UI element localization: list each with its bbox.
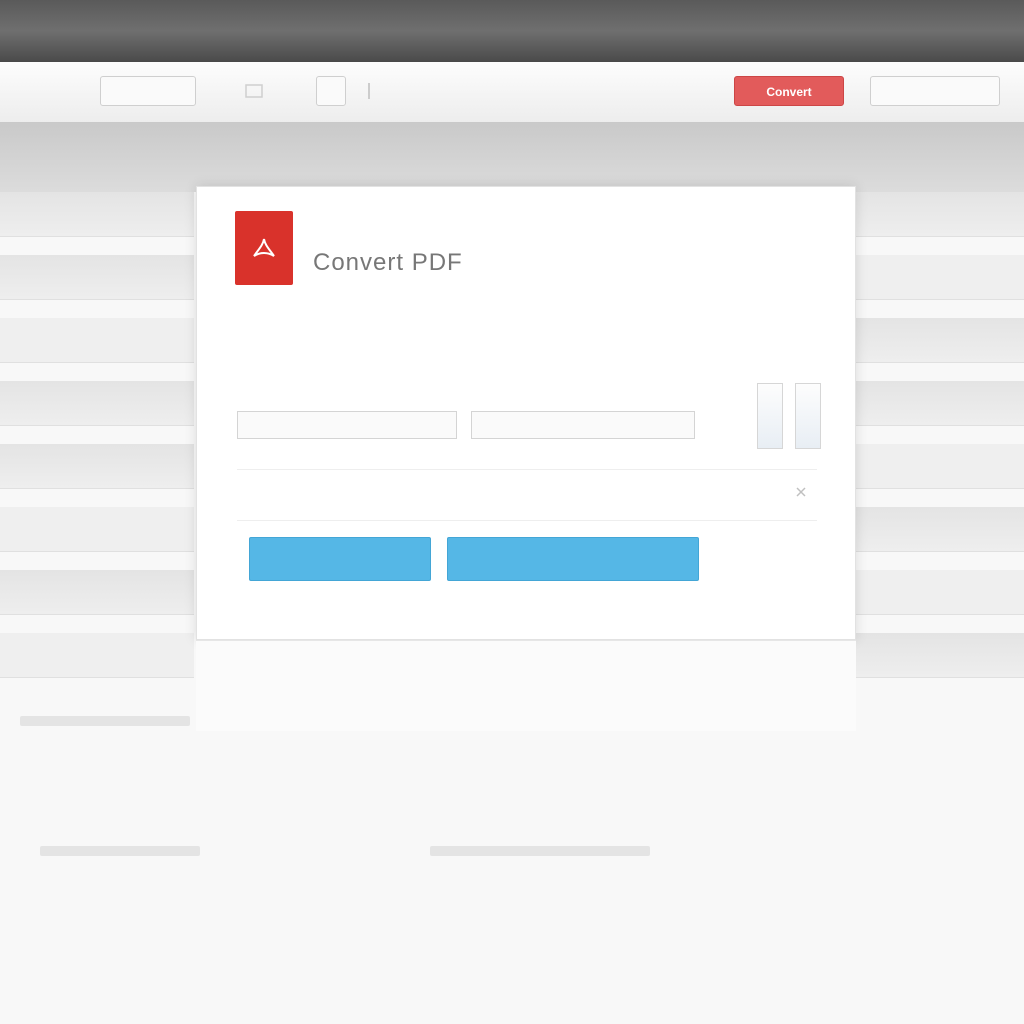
dialog-title: Convert PDF: [313, 249, 463, 276]
background-row: [0, 570, 194, 615]
background-row: [0, 444, 194, 489]
toolbar-text-a[interactable]: [400, 76, 490, 106]
background-row: [856, 570, 1024, 615]
page-down-button[interactable]: [795, 383, 821, 449]
toolbar-convert-button[interactable]: Convert: [734, 76, 844, 106]
toolbar-text-b[interactable]: [510, 76, 620, 106]
background-row: [856, 318, 1024, 363]
primary-button[interactable]: [249, 537, 431, 581]
background-row: [856, 192, 1024, 237]
background-row: [856, 381, 1024, 426]
background-row: [856, 255, 1024, 300]
toolbar: Convert: [0, 62, 1024, 123]
page-up-button[interactable]: [757, 383, 783, 449]
secondary-button[interactable]: [447, 537, 699, 581]
background-line: [430, 846, 650, 856]
toolbar-menu-button[interactable]: [100, 76, 196, 106]
filename-row: [233, 383, 855, 453]
background-row: [0, 633, 194, 678]
convert-dialog: Convert PDF: [196, 186, 856, 640]
background-row: [0, 381, 194, 426]
background-row: [0, 318, 194, 363]
background-row: [0, 255, 194, 300]
acrobat-pdf-icon: [235, 211, 293, 285]
filename-input[interactable]: [237, 411, 457, 439]
format-input[interactable]: [471, 411, 695, 439]
background-line: [40, 846, 200, 856]
background-list-right: [856, 192, 1024, 812]
toolbar-divider-icon[interactable]: [360, 76, 378, 106]
dialog-footer: [196, 640, 856, 731]
background-row: [0, 507, 194, 552]
background-row: [856, 507, 1024, 552]
header-band: [0, 122, 1024, 192]
background-row: [856, 444, 1024, 489]
close-icon[interactable]: [795, 486, 807, 501]
background-row: [0, 192, 194, 237]
background-row: [856, 633, 1024, 678]
toolbar-page-icon[interactable]: [316, 76, 346, 106]
options-row: [237, 469, 817, 521]
browser-chrome-bar: [0, 0, 1024, 62]
toolbar-home-icon[interactable]: [240, 76, 268, 106]
toolbar-right-button[interactable]: [870, 76, 1000, 106]
background-line: [20, 716, 190, 726]
app-window: Convert Convert PDF: [0, 0, 1024, 1024]
